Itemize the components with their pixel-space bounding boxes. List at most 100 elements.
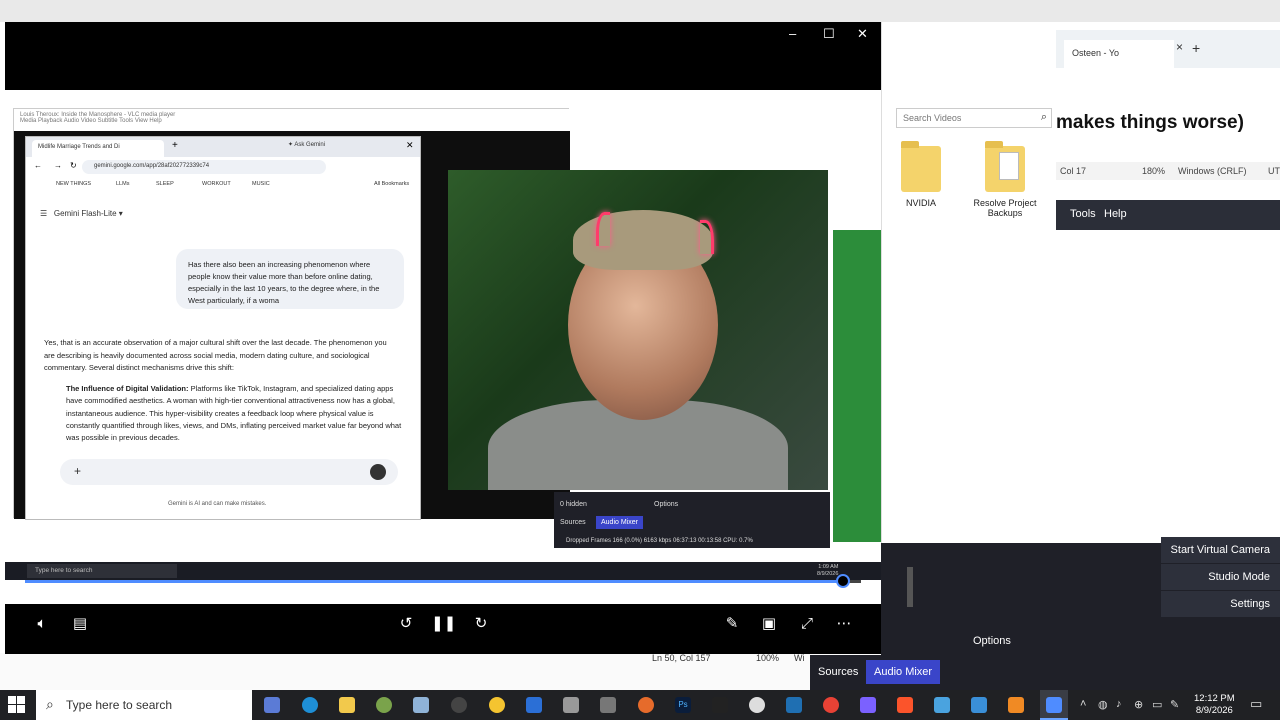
menu-tools[interactable]: Tools — [1070, 208, 1096, 220]
app-icon[interactable] — [563, 697, 579, 713]
task-view-icon[interactable] — [264, 697, 280, 713]
recorded-clock: 1:09 AM 8/9/2026 — [817, 564, 838, 578]
app-icon[interactable] — [860, 697, 876, 713]
miniplayer-icon[interactable]: ▣ — [757, 612, 781, 636]
taskbar-clock[interactable]: 12:12 PM 8/9/2026 — [1194, 693, 1235, 717]
studio-mode-button[interactable]: Studio Mode — [1161, 564, 1280, 590]
photoshop-icon[interactable]: Ps — [675, 697, 691, 713]
back-icon[interactable]: ← — [34, 161, 42, 170]
firefox-icon[interactable] — [638, 697, 654, 713]
tray-overflow-icon[interactable]: ˄ — [1080, 698, 1086, 710]
gemini-model-selector[interactable]: ☰ Gemini Flash-Lite ▾ — [40, 209, 123, 218]
file-explorer-icon[interactable] — [339, 697, 355, 713]
menu-help[interactable]: Help — [1104, 208, 1127, 220]
search-icon: ⌕ — [46, 696, 54, 712]
brave-icon[interactable] — [897, 697, 913, 713]
add-icon[interactable]: + — [74, 464, 81, 478]
maximize-icon[interactable]: ☐ — [823, 26, 835, 42]
close-icon[interactable]: ✕ — [406, 140, 414, 151]
bookmark-item[interactable]: MUSIC — [252, 181, 270, 187]
ask-gemini-button[interactable]: ✦ Ask Gemini — [288, 141, 325, 148]
forward-30-icon[interactable]: ↻ — [469, 612, 493, 636]
chrome-window: Midlife Marriage Trends and Di + ✦ Ask G… — [25, 136, 421, 520]
bookmark-item[interactable]: LLMs — [116, 181, 129, 187]
volume-icon[interactable]: ♪ — [1116, 698, 1122, 710]
obs-icon[interactable] — [451, 697, 467, 713]
start-virtual-camera-button[interactable]: Start Virtual Camera — [1161, 537, 1280, 563]
reload-icon[interactable]: ↻ — [70, 161, 77, 170]
audio-mixer-tab[interactable]: Audio Mixer — [866, 660, 941, 684]
bullet-title: The Influence of Digital Validation: — [66, 384, 189, 393]
app-icon[interactable] — [712, 697, 728, 713]
volume-meter[interactable] — [907, 567, 913, 607]
seek-bar[interactable] — [25, 574, 861, 588]
notification-icon[interactable]: ▭ — [1250, 696, 1262, 712]
close-icon[interactable]: × — [1176, 40, 1183, 54]
vlc-titlebar: Louis Theroux: Inside the Manosphere - V… — [14, 109, 570, 131]
windows-logo-icon — [8, 696, 16, 704]
chrome-tab[interactable]: Midlife Marriage Trends and Di — [32, 140, 164, 157]
options-button[interactable]: Options — [654, 501, 678, 508]
minimize-icon[interactable]: – — [789, 26, 796, 41]
stop-icon[interactable] — [370, 464, 386, 480]
app-icon[interactable] — [749, 697, 765, 713]
volume-icon[interactable]: 🔈︎ — [30, 612, 54, 636]
vlc-icon[interactable] — [1008, 697, 1024, 713]
app-icon[interactable] — [376, 697, 392, 713]
edge-icon[interactable] — [302, 697, 318, 713]
video-frame[interactable]: Louis Theroux: Inside the Manosphere - V… — [5, 90, 881, 604]
taskbar-search[interactable]: ⌕ Type here to search — [36, 690, 252, 720]
bookmark-item[interactable]: WORKOUT — [202, 181, 231, 187]
new-tab-icon[interactable]: + — [1192, 40, 1200, 56]
app-icon[interactable] — [786, 697, 802, 713]
close-icon[interactable]: ✕ — [857, 26, 868, 42]
folder-icon — [901, 141, 941, 192]
chrome-tab-title: Midlife Marriage Trends and Di — [38, 144, 120, 150]
start-button[interactable] — [8, 696, 26, 714]
notepad-position: Ln 50, Col 157 — [652, 653, 711, 663]
bookmark-item[interactable]: NEW THINGS — [56, 181, 91, 187]
notepad-tab[interactable]: Osteen - Yo — [1064, 40, 1174, 68]
chrome-toolbar: ← → ↻ gemini.google.com/app/28af20277233… — [26, 157, 420, 177]
more-icon[interactable]: ⋯ — [832, 612, 856, 636]
pause-icon[interactable]: ❚❚ — [431, 612, 456, 636]
sources-tab[interactable]: Sources — [560, 519, 586, 526]
folder-label: Resolve Project Backups — [973, 198, 1037, 218]
gemini-input[interactable]: + — [60, 459, 398, 485]
forward-icon[interactable]: → — [54, 161, 62, 170]
sources-tab[interactable]: Sources — [810, 660, 866, 684]
audio-mixer-tab[interactable]: Audio Mixer — [596, 516, 643, 529]
fullscreen-icon[interactable]: ⤢ — [795, 612, 819, 636]
new-tab-icon[interactable]: + — [172, 140, 178, 151]
model-label: Gemini Flash-Lite — [53, 209, 117, 218]
bookmark-item[interactable]: SLEEP — [156, 181, 174, 187]
app-icon[interactable] — [600, 697, 616, 713]
settings-button[interactable]: Settings — [1161, 591, 1280, 617]
file-explorer-window: Search Videos ⌕ NVIDIA Resolve Project B… — [881, 22, 1056, 570]
seek-thumb[interactable] — [835, 574, 850, 588]
address-bar[interactable]: gemini.google.com/app/28af202772339c74 — [82, 160, 326, 174]
app-icon[interactable] — [971, 697, 987, 713]
pen-icon[interactable]: ✎ — [1170, 698, 1179, 711]
notepad-text: makes things worse) — [1056, 112, 1244, 133]
app-icon[interactable] — [489, 697, 505, 713]
network-icon[interactable]: ⊕ — [1134, 698, 1143, 711]
media-player-taskbar-button[interactable] — [1040, 690, 1068, 720]
edit-icon[interactable]: ✎ — [720, 612, 744, 636]
app-icon[interactable] — [413, 697, 429, 713]
app-icon[interactable] — [934, 697, 950, 713]
tray-app-icon[interactable]: ◍ — [1098, 698, 1108, 711]
clock-time: 12:12 PM — [1194, 693, 1235, 704]
docs-icon[interactable] — [526, 697, 542, 713]
status-encoding: UT — [1268, 166, 1280, 176]
folder-resolve-backups[interactable]: Resolve Project Backups — [966, 141, 1044, 218]
captions-icon[interactable]: ▤ — [68, 612, 92, 636]
folder-nvidia[interactable]: NVIDIA — [882, 141, 960, 208]
time-current: 0:13:58 — [23, 592, 55, 603]
battery-icon[interactable]: ▭ — [1152, 698, 1162, 711]
chrome-icon[interactable] — [823, 697, 839, 713]
rewind-10-icon[interactable]: ↺ — [394, 612, 418, 636]
explorer-search-input[interactable]: Search Videos ⌕ — [896, 108, 1052, 128]
media-player-window: – ☐ ✕ Louis Theroux: Inside the Manosphe… — [5, 22, 881, 654]
bookmark-item[interactable]: All Bookmarks — [374, 181, 409, 187]
